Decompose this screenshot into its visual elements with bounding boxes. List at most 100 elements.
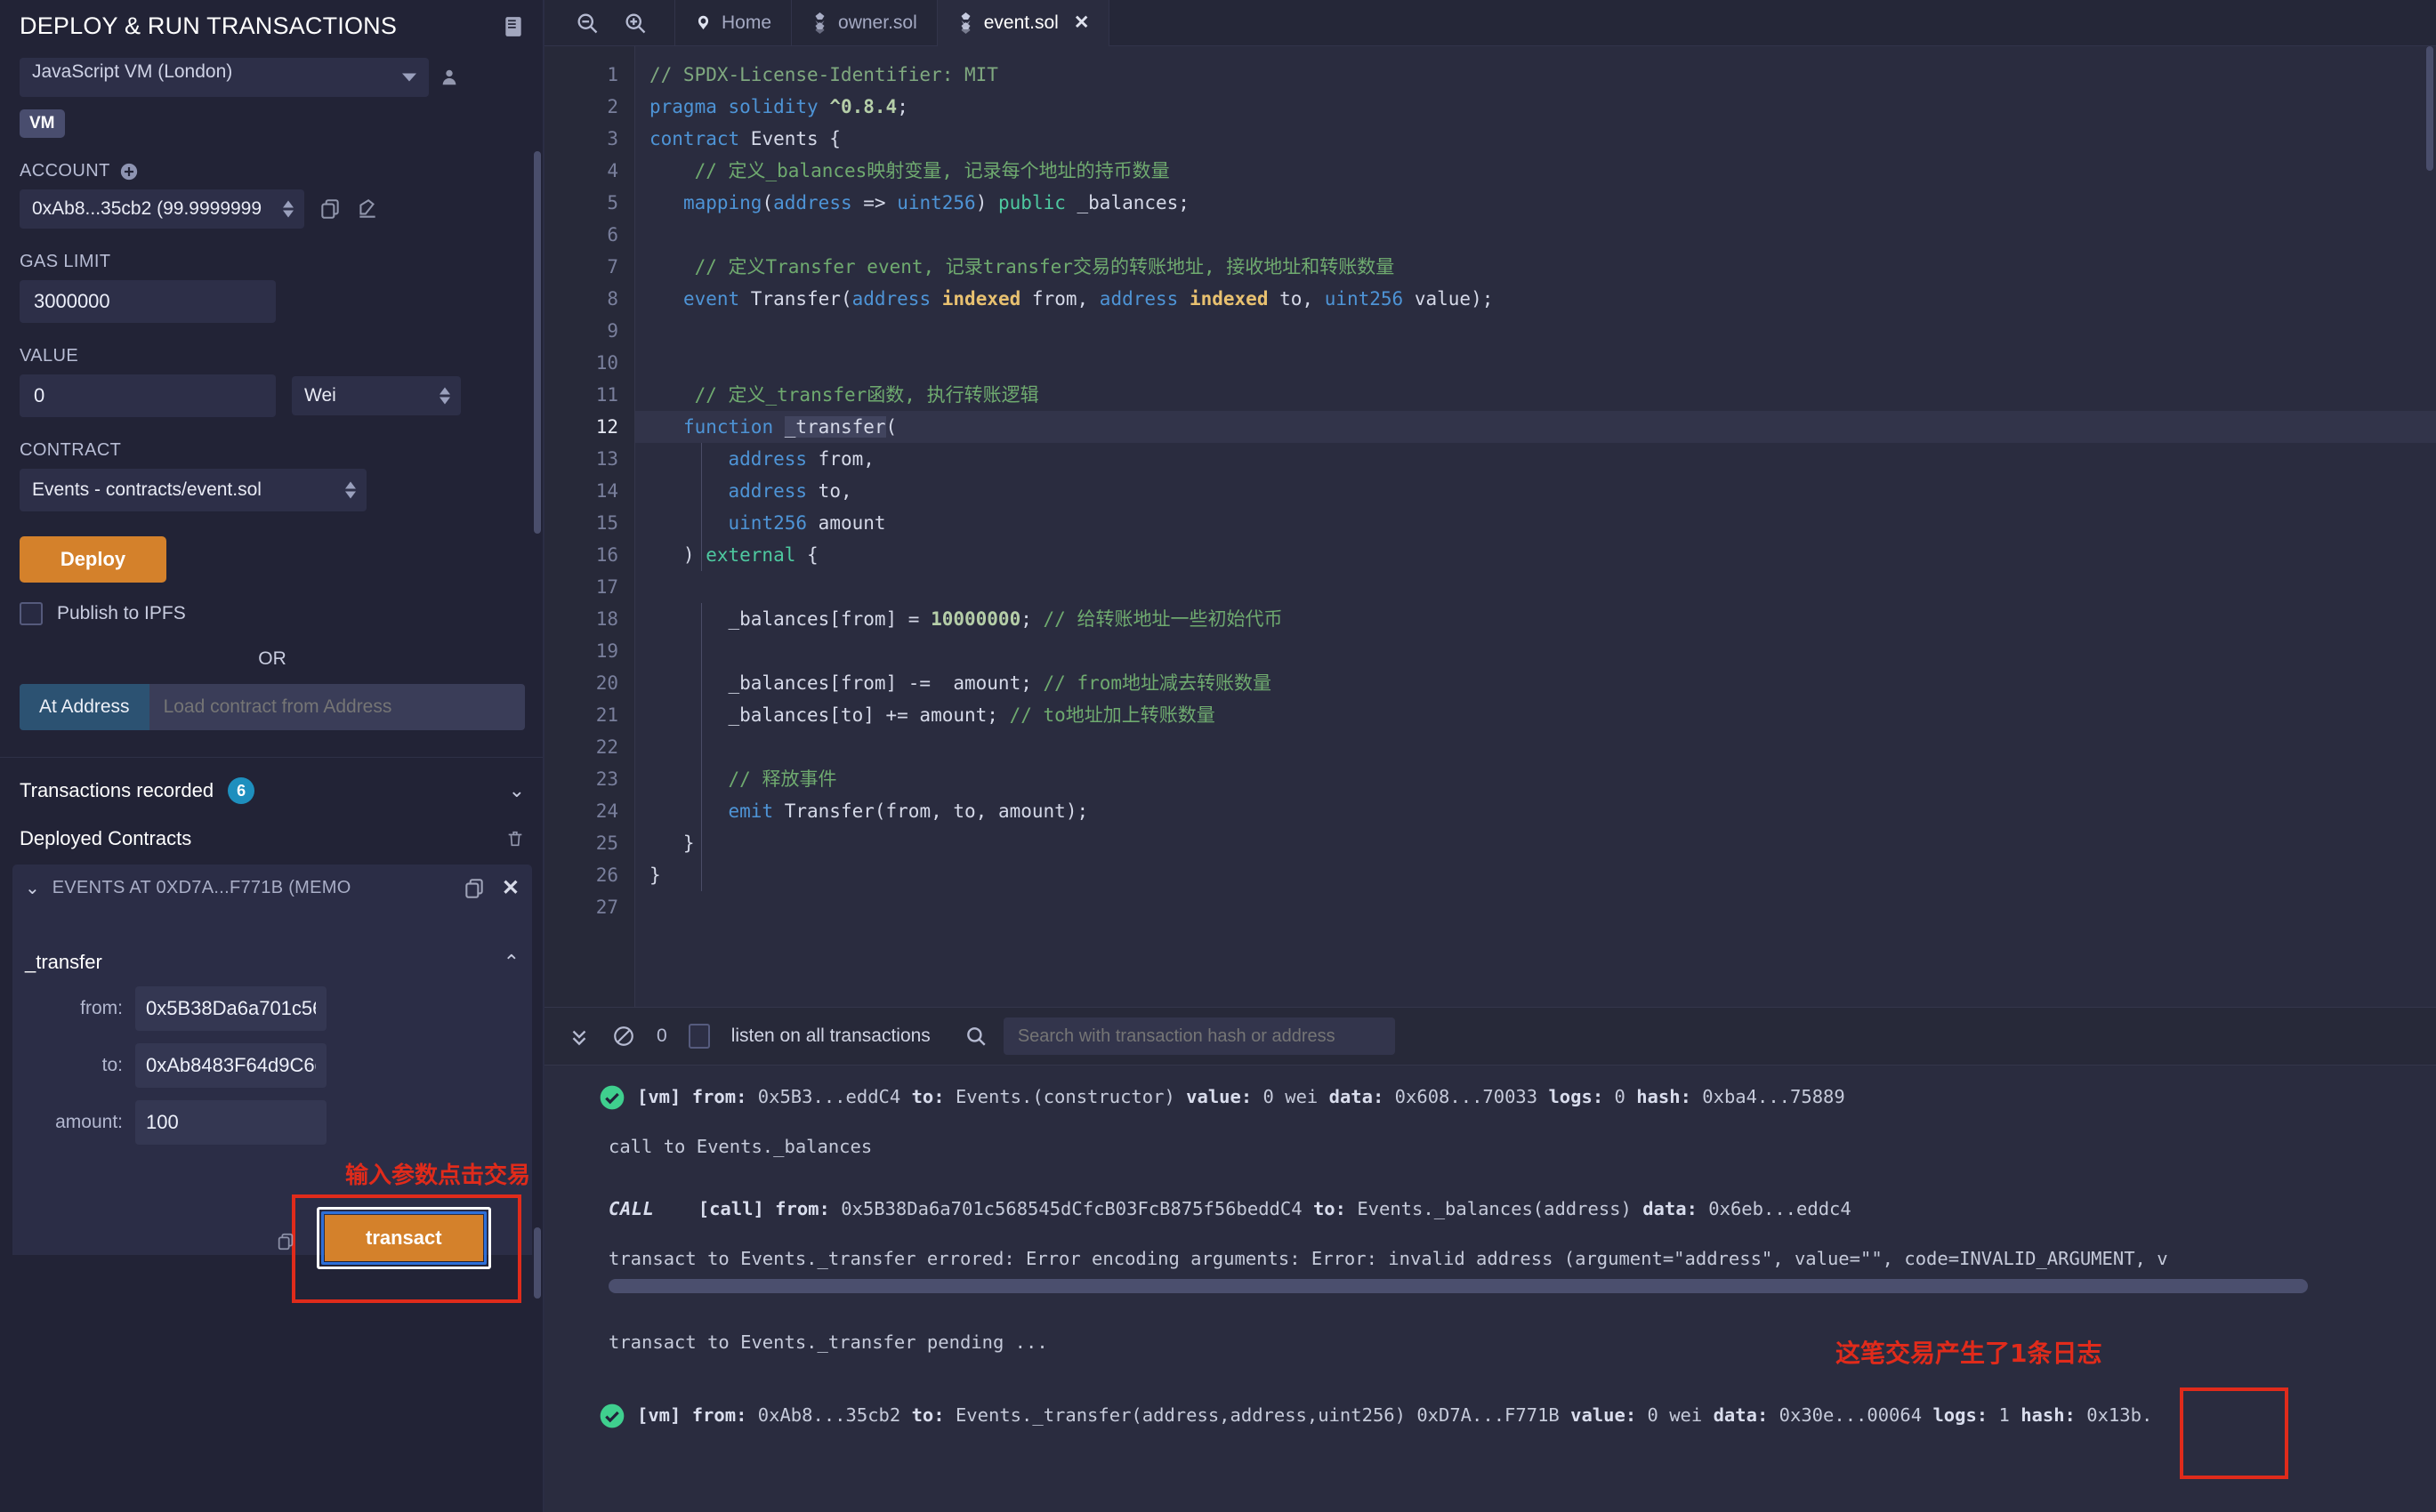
line-number: 5	[544, 187, 634, 219]
log-row-error: transact to Events._transfer errored: Er…	[544, 1245, 2436, 1272]
line-number: 16	[544, 539, 634, 571]
book-icon[interactable]	[502, 14, 525, 39]
log-val: 0x5B3...eddC4	[758, 1086, 900, 1107]
param-input-amount[interactable]	[135, 1100, 327, 1145]
contract-card-header[interactable]: ⌄ EVENTS AT 0XD7A...F771B (MEMO ✕	[25, 875, 520, 901]
tab-event-sol[interactable]: event.sol ✕	[938, 0, 1110, 46]
copy-calldata-icon[interactable]	[276, 1230, 295, 1253]
code-line: address from,	[635, 443, 2436, 475]
editor-scrollbar[interactable]	[2426, 46, 2433, 171]
terminal-output[interactable]: [vm] from: 0x5B3...eddC4 to: Events.(con…	[544, 1066, 2436, 1512]
chevron-down-icon[interactable]: ⌄	[25, 877, 40, 899]
log-key: data:	[1714, 1404, 1769, 1426]
param-input-from[interactable]	[135, 986, 327, 1031]
line-number: 27	[544, 891, 634, 923]
publish-ipfs-checkbox[interactable]	[20, 602, 43, 625]
at-address-row: At Address	[20, 684, 525, 730]
contract-card-scrollbar[interactable]	[534, 1227, 541, 1299]
code-pre: // SPDX-License-Identifier: MITpragma so…	[635, 59, 2436, 923]
solidity-icon	[957, 12, 974, 34]
param-input-to[interactable]	[135, 1043, 327, 1088]
contract-value: Events - contracts/event.sol	[32, 479, 262, 501]
code-line: // SPDX-License-Identifier: MIT	[635, 59, 2436, 91]
log-key: data:	[1329, 1086, 1384, 1107]
log-tag: [vm]	[637, 1086, 681, 1107]
function-name: _transfer	[25, 951, 102, 974]
code-line: _balances[to] += amount; // to地址加上转账数量	[635, 699, 2436, 731]
line-number: 26	[544, 859, 634, 891]
line-number: 24	[544, 795, 634, 827]
value-unit-value: Wei	[304, 385, 336, 406]
environment-select[interactable]: JavaScript VM (London)	[20, 58, 429, 97]
contract-select[interactable]: Events - contracts/event.sol	[20, 469, 367, 511]
param-row: to:	[25, 1043, 520, 1088]
chevron-double-down-icon[interactable]	[568, 1025, 591, 1048]
value-unit-select[interactable]: Wei	[292, 376, 461, 415]
listen-all-transactions-checkbox[interactable]	[689, 1024, 710, 1049]
zoom-in-icon[interactable]	[623, 11, 648, 36]
tab-owner-sol[interactable]: owner.sol	[792, 0, 938, 46]
sidebar-scrollbar[interactable]	[534, 151, 541, 534]
plus-circle-icon[interactable]	[119, 162, 139, 181]
deploy-run-panel: DEPLOY & RUN TRANSACTIONS JavaScript VM …	[0, 0, 544, 1512]
line-number: 11	[544, 379, 634, 411]
close-icon[interactable]: ✕	[502, 875, 520, 901]
transactions-recorded-row[interactable]: Transactions recorded 6 ⌄	[0, 758, 544, 824]
code-line: ) external {	[635, 539, 2436, 571]
param-label-from: from:	[25, 998, 123, 1019]
copy-icon[interactable]	[319, 197, 342, 221]
stepper-icon	[440, 388, 450, 405]
terminal-toolbar: 0 listen on all transactions	[544, 1007, 2436, 1066]
deployed-contracts-label: Deployed Contracts	[20, 827, 191, 850]
search-icon[interactable]	[964, 1025, 988, 1048]
line-number: 1	[544, 59, 634, 91]
editor-tabbar: Home owner.sol event.sol ✕	[544, 0, 2436, 46]
zoom-out-icon[interactable]	[575, 11, 600, 36]
chevron-up-icon[interactable]: ⌃	[504, 951, 520, 974]
deployed-contract-card: ⌄ EVENTS AT 0XD7A...F771B (MEMO ✕ _trans…	[12, 865, 532, 1255]
code-line: _balances[from] = 10000000; // 给转账地址一些初始…	[635, 603, 2436, 635]
value-input[interactable]	[20, 374, 276, 417]
gas-limit-input[interactable]	[20, 280, 276, 323]
environment-row: JavaScript VM (London)	[20, 58, 525, 97]
at-address-button[interactable]: At Address	[20, 684, 149, 730]
load-contract-address-input[interactable]	[149, 684, 525, 730]
tab-home[interactable]: Home	[674, 0, 792, 46]
publish-ipfs-label: Publish to IPFS	[57, 603, 186, 624]
copy-icon[interactable]	[463, 876, 486, 901]
transaction-search-input[interactable]	[1004, 1017, 1395, 1055]
line-number-current: 12	[544, 411, 634, 443]
person-icon[interactable]	[440, 64, 459, 91]
log-val: 0x30e...00064	[1779, 1404, 1922, 1426]
code-editor[interactable]: 1 2 3 4 5 6 7 8 9 10 11 12 13 14 15 16 1…	[544, 46, 2436, 1007]
log-val: Events._balances(address)	[1357, 1198, 1632, 1219]
code-line: emit Transfer(from, to, amount);	[635, 795, 2436, 827]
deploy-button[interactable]: Deploy	[20, 536, 166, 583]
terminal-horizontal-scrollbar[interactable]	[609, 1279, 2308, 1293]
code-line	[635, 731, 2436, 763]
close-icon[interactable]: ✕	[1074, 12, 1090, 34]
trash-icon[interactable]	[505, 827, 525, 850]
log-val: 0x13b.	[2086, 1404, 2152, 1426]
zoom-controls	[544, 11, 674, 36]
function-row[interactable]: _transfer ⌃	[25, 951, 520, 974]
log-row-vm-transfer[interactable]: [vm] from: 0xAb8...35cb2 to: Events._tra…	[544, 1402, 2436, 1428]
contract-card-title: EVENTS AT 0XD7A...F771B (MEMO	[52, 878, 351, 898]
log-val: Events._transfer(address,address,uint256…	[956, 1404, 1560, 1426]
transact-button[interactable]: transact	[325, 1215, 483, 1261]
account-select[interactable]: 0xAb8...35cb2 (99.9999999	[20, 189, 304, 229]
code-line: event Transfer(address indexed from, add…	[635, 283, 2436, 315]
line-number: 14	[544, 475, 634, 507]
publish-ipfs-row[interactable]: Publish to IPFS	[20, 602, 525, 625]
log-row-call-text: call to Events._balances	[544, 1133, 2436, 1160]
log-row-vm-constructor[interactable]: [vm] from: 0x5B3...eddC4 to: Events.(con…	[544, 1083, 2436, 1110]
check-circle-icon	[598, 1083, 626, 1112]
log-key: from:	[692, 1404, 747, 1426]
code-content[interactable]: // SPDX-License-Identifier: MITpragma so…	[635, 46, 2436, 1007]
chevron-down-icon[interactable]: ⌄	[509, 779, 525, 802]
error-count: 0	[657, 1025, 667, 1047]
log-key: hash:	[2021, 1404, 2076, 1426]
log-row-call[interactable]: CALL [call] from: 0x5B38Da6a701c568545dC…	[544, 1195, 2436, 1222]
edit-icon[interactable]	[356, 197, 379, 221]
ban-icon[interactable]	[612, 1025, 635, 1048]
